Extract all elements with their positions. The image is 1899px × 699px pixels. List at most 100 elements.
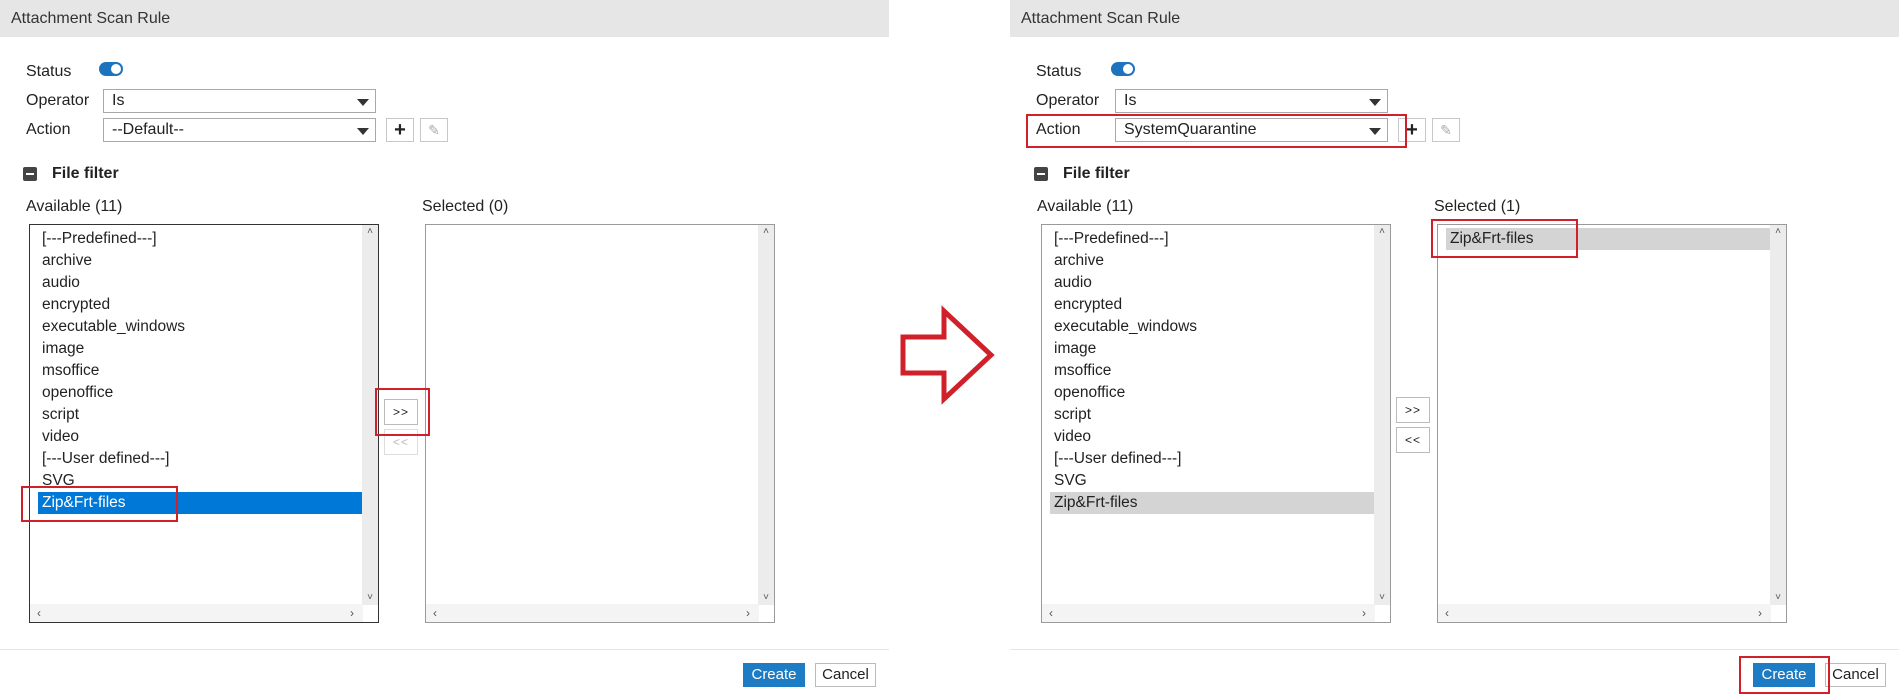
dialog-before: Attachment Scan Rule Status Operator Is … bbox=[0, 0, 889, 699]
scroll-up-icon[interactable]: ˄ bbox=[362, 225, 378, 239]
scroll-up-icon[interactable]: ˄ bbox=[758, 225, 774, 239]
scroll-down-icon[interactable]: ˅ bbox=[1770, 591, 1786, 605]
list-item-selected[interactable]: Zip&Frt-files bbox=[38, 492, 364, 514]
list-item[interactable]: Zip&Frt-files bbox=[1446, 228, 1770, 250]
operator-select[interactable]: Is bbox=[103, 89, 376, 113]
section-title: File filter bbox=[52, 165, 119, 182]
list-item[interactable]: audio bbox=[38, 272, 364, 294]
selected-list[interactable]: ˄ ˅ ‹ › bbox=[425, 224, 775, 623]
create-button[interactable]: Create bbox=[1753, 663, 1815, 687]
list-item[interactable]: SVG bbox=[38, 470, 364, 492]
operator-value: Is bbox=[112, 92, 125, 109]
status-label: Status bbox=[1036, 63, 1082, 80]
dialog-after: Attachment Scan Rule Status Operator Is … bbox=[1010, 0, 1899, 699]
move-left-button[interactable]: << bbox=[1396, 427, 1430, 453]
list-item[interactable]: openoffice bbox=[1050, 382, 1376, 404]
selected-list[interactable]: Zip&Frt-files ˄ ˅ ‹ › bbox=[1437, 224, 1787, 623]
plus-icon: + bbox=[1406, 119, 1418, 141]
action-label: Action bbox=[1036, 121, 1081, 138]
move-right-button[interactable]: >> bbox=[384, 399, 418, 425]
list-item[interactable]: video bbox=[1050, 426, 1376, 448]
available-list[interactable]: [---Predefined---] archive audio encrypt… bbox=[29, 224, 379, 623]
add-action-button[interactable]: + bbox=[386, 118, 414, 142]
section-title: File filter bbox=[1063, 165, 1130, 182]
list-item[interactable]: openoffice bbox=[38, 382, 364, 404]
vertical-scrollbar[interactable]: ˄ ˅ bbox=[1770, 225, 1786, 605]
available-list[interactable]: [---Predefined---] archive audio encrypt… bbox=[1041, 224, 1391, 623]
chevron-down-icon bbox=[1369, 99, 1381, 106]
available-header: Available (11) bbox=[26, 198, 123, 215]
minus-icon[interactable] bbox=[1034, 167, 1048, 181]
add-action-button[interactable]: + bbox=[1398, 118, 1426, 142]
edit-icon: ✎ bbox=[428, 122, 440, 138]
list-item[interactable]: msoffice bbox=[38, 360, 364, 382]
list-item[interactable]: archive bbox=[38, 250, 364, 272]
scroll-down-icon[interactable]: ˅ bbox=[1374, 591, 1390, 605]
scroll-left-icon[interactable]: ‹ bbox=[428, 604, 442, 622]
scroll-left-icon[interactable]: ‹ bbox=[1044, 604, 1058, 622]
list-item[interactable]: executable_windows bbox=[38, 316, 364, 338]
horizontal-scrollbar[interactable]: ‹ › bbox=[30, 604, 363, 622]
move-right-button[interactable]: >> bbox=[1396, 397, 1430, 423]
cancel-button[interactable]: Cancel bbox=[1825, 663, 1886, 687]
list-item[interactable]: [---User defined---] bbox=[38, 448, 364, 470]
edit-action-button[interactable]: ✎ bbox=[1432, 118, 1460, 142]
horizontal-scrollbar[interactable]: ‹ › bbox=[1042, 604, 1375, 622]
list-item[interactable]: [---User defined---] bbox=[1050, 448, 1376, 470]
scroll-down-icon[interactable]: ˅ bbox=[758, 591, 774, 605]
footer-divider bbox=[1010, 649, 1899, 650]
scroll-left-icon[interactable]: ‹ bbox=[1440, 604, 1454, 622]
action-value: SystemQuarantine bbox=[1124, 121, 1257, 138]
action-value: --Default-- bbox=[112, 121, 185, 138]
edit-action-button[interactable]: ✎ bbox=[420, 118, 448, 142]
vertical-scrollbar[interactable]: ˄ ˅ bbox=[758, 225, 774, 605]
list-item-selected[interactable]: Zip&Frt-files bbox=[1050, 492, 1376, 514]
status-toggle[interactable] bbox=[1111, 62, 1135, 76]
scroll-down-icon[interactable]: ˅ bbox=[362, 591, 378, 605]
scroll-up-icon[interactable]: ˄ bbox=[1374, 225, 1390, 239]
dialog-title: Attachment Scan Rule bbox=[0, 0, 889, 37]
minus-icon[interactable] bbox=[23, 167, 37, 181]
list-item[interactable]: image bbox=[38, 338, 364, 360]
scroll-left-icon[interactable]: ‹ bbox=[32, 604, 46, 622]
operator-label: Operator bbox=[1036, 92, 1100, 109]
operator-label: Operator bbox=[26, 92, 90, 109]
plus-icon: + bbox=[394, 119, 406, 141]
scroll-right-icon[interactable]: › bbox=[1357, 604, 1371, 622]
scroll-right-icon[interactable]: › bbox=[1753, 604, 1767, 622]
action-select[interactable]: SystemQuarantine bbox=[1115, 118, 1388, 142]
chevron-down-icon bbox=[357, 99, 369, 106]
scroll-right-icon[interactable]: › bbox=[741, 604, 755, 622]
horizontal-scrollbar[interactable]: ‹ › bbox=[426, 604, 759, 622]
list-item[interactable]: script bbox=[1050, 404, 1376, 426]
dialog-title: Attachment Scan Rule bbox=[1010, 0, 1899, 37]
create-button[interactable]: Create bbox=[743, 663, 805, 687]
list-item[interactable]: video bbox=[38, 426, 364, 448]
status-label: Status bbox=[26, 63, 72, 80]
list-item[interactable]: executable_windows bbox=[1050, 316, 1376, 338]
vertical-scrollbar[interactable]: ˄ ˅ bbox=[1374, 225, 1390, 605]
list-item[interactable]: [---Predefined---] bbox=[1050, 228, 1376, 250]
cancel-button[interactable]: Cancel bbox=[815, 663, 876, 687]
list-item[interactable]: archive bbox=[1050, 250, 1376, 272]
list-item[interactable]: msoffice bbox=[1050, 360, 1376, 382]
scroll-up-icon[interactable]: ˄ bbox=[1770, 225, 1786, 239]
edit-icon: ✎ bbox=[1440, 122, 1452, 138]
list-item[interactable]: [---Predefined---] bbox=[38, 228, 364, 250]
action-select[interactable]: --Default-- bbox=[103, 118, 376, 142]
horizontal-scrollbar[interactable]: ‹ › bbox=[1438, 604, 1771, 622]
right-arrow-icon bbox=[900, 305, 995, 405]
list-item[interactable]: encrypted bbox=[1050, 294, 1376, 316]
move-left-button[interactable]: << bbox=[384, 429, 418, 455]
vertical-scrollbar[interactable]: ˄ ˅ bbox=[362, 225, 378, 605]
list-item[interactable]: script bbox=[38, 404, 364, 426]
available-header: Available (11) bbox=[1037, 198, 1134, 215]
operator-select[interactable]: Is bbox=[1115, 89, 1388, 113]
list-item[interactable]: audio bbox=[1050, 272, 1376, 294]
status-toggle[interactable] bbox=[99, 62, 123, 76]
list-item[interactable]: image bbox=[1050, 338, 1376, 360]
list-item[interactable]: SVG bbox=[1050, 470, 1376, 492]
chevron-down-icon bbox=[357, 128, 369, 135]
list-item[interactable]: encrypted bbox=[38, 294, 364, 316]
scroll-right-icon[interactable]: › bbox=[345, 604, 359, 622]
